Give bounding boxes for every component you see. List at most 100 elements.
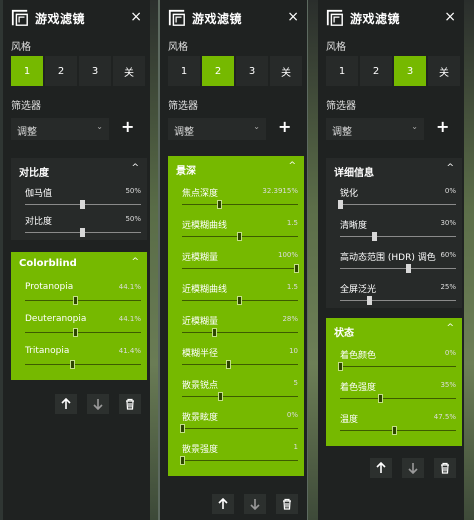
slider-value: 25% bbox=[440, 283, 456, 291]
slider-row: 远模糊量 100% bbox=[176, 250, 299, 278]
move-up-button[interactable] bbox=[55, 394, 77, 414]
move-down-button[interactable] bbox=[87, 394, 109, 414]
style-button-4[interactable]: 关 bbox=[113, 56, 145, 86]
slider-track[interactable] bbox=[25, 364, 141, 365]
close-button[interactable]: × bbox=[444, 9, 456, 25]
slider-track[interactable] bbox=[182, 364, 298, 365]
arrow-up-icon bbox=[217, 495, 229, 514]
move-down-button[interactable] bbox=[402, 458, 424, 478]
style-button-3[interactable]: 3 bbox=[79, 56, 111, 86]
slider-thumb[interactable] bbox=[73, 296, 79, 305]
slider-thumb[interactable] bbox=[225, 360, 231, 369]
style-label: 风格 bbox=[326, 42, 346, 53]
filter-panel: 游戏滤镜 × 风格 1 2 3 关筛选器 调整 ⌄ + 详细信息 ^ 锐化 0% 清晰度 30% 高动态范围 (… bbox=[318, 0, 464, 520]
slider-thumb[interactable] bbox=[180, 456, 185, 465]
slider-thumb[interactable] bbox=[217, 392, 223, 401]
style-button-4[interactable]: 关 bbox=[270, 56, 302, 86]
style-button-1[interactable]: 1 bbox=[326, 56, 358, 86]
slider-value: 5 bbox=[293, 379, 298, 387]
slider-row: 温度 47.5% bbox=[334, 412, 456, 440]
close-button[interactable]: × bbox=[287, 9, 299, 25]
slider-thumb[interactable] bbox=[80, 228, 85, 237]
slider-track[interactable] bbox=[340, 268, 456, 269]
section-title: 状态 bbox=[334, 328, 354, 339]
move-up-button[interactable] bbox=[370, 458, 392, 478]
slider-track[interactable] bbox=[340, 300, 456, 301]
slider-thumb[interactable] bbox=[372, 232, 378, 241]
collapse-icon[interactable]: ^ bbox=[446, 163, 454, 173]
slider-track[interactable] bbox=[182, 460, 298, 461]
collapse-icon[interactable]: ^ bbox=[131, 163, 139, 173]
slider-thumb[interactable] bbox=[73, 328, 79, 337]
style-selector: 123关 bbox=[11, 56, 145, 86]
slider-row: 着色强度 35% bbox=[334, 380, 456, 408]
collapse-icon[interactable]: ^ bbox=[131, 257, 139, 267]
style-button-3[interactable]: 3 bbox=[236, 56, 268, 86]
slider-track[interactable] bbox=[25, 300, 141, 301]
delete-button[interactable] bbox=[434, 458, 456, 478]
move-down-button[interactable] bbox=[244, 494, 266, 514]
slider-thumb[interactable] bbox=[338, 200, 343, 209]
style-button-2[interactable]: 2 bbox=[45, 56, 77, 86]
slider-row: Tritanopia 41.4% bbox=[19, 346, 141, 374]
add-filter-button[interactable]: + bbox=[436, 117, 449, 136]
panel-title: 游戏滤镜 bbox=[192, 12, 243, 26]
slider-thumb[interactable] bbox=[211, 328, 217, 337]
delete-button[interactable] bbox=[119, 394, 141, 414]
section-title: 对比度 bbox=[19, 168, 49, 179]
filter-actions bbox=[370, 458, 456, 478]
slider-thumb[interactable] bbox=[392, 426, 398, 435]
slider-track[interactable] bbox=[340, 236, 456, 237]
move-up-button[interactable] bbox=[212, 494, 234, 514]
slider-track[interactable] bbox=[340, 204, 456, 205]
style-button-2[interactable]: 2 bbox=[360, 56, 392, 86]
slider-thumb[interactable] bbox=[180, 424, 185, 433]
trash-icon bbox=[439, 459, 451, 478]
slider-label: Protanopia bbox=[25, 282, 74, 292]
slider-track[interactable] bbox=[182, 396, 298, 397]
collapse-icon[interactable]: ^ bbox=[446, 323, 454, 333]
style-button-4[interactable]: 关 bbox=[428, 56, 460, 86]
slider-thumb[interactable] bbox=[216, 200, 222, 209]
slider-thumb[interactable] bbox=[294, 264, 299, 273]
slider-track[interactable] bbox=[340, 366, 456, 367]
close-button[interactable]: × bbox=[130, 9, 142, 25]
slider-thumb[interactable] bbox=[237, 232, 242, 241]
slider-track[interactable] bbox=[182, 428, 298, 429]
panel-title: 游戏滤镜 bbox=[35, 12, 86, 26]
section-title: Colorblind bbox=[19, 258, 77, 269]
filter-section: Colorblind ^ Protanopia 44.1% Deuteranopia 44… bbox=[11, 252, 147, 380]
slider-row: 模糊半径 10 bbox=[176, 346, 298, 374]
slider-track[interactable] bbox=[182, 332, 298, 333]
slider-row: 焦点深度 32.3915% bbox=[176, 186, 298, 214]
add-filter-button[interactable]: + bbox=[278, 117, 291, 136]
slider-row: 锐化 0% bbox=[334, 186, 456, 214]
slider-track[interactable] bbox=[25, 332, 141, 333]
add-filter-button[interactable]: + bbox=[121, 117, 134, 136]
slider-thumb[interactable] bbox=[406, 264, 412, 273]
collapse-icon[interactable]: ^ bbox=[288, 161, 296, 171]
slider-thumb[interactable] bbox=[237, 296, 242, 305]
slider-track[interactable] bbox=[340, 398, 456, 399]
filter-dropdown[interactable]: 调整 ⌄ bbox=[11, 118, 109, 140]
filter-dropdown[interactable]: 调整 ⌄ bbox=[326, 118, 424, 140]
filter-dropdown[interactable]: 调整 ⌄ bbox=[168, 118, 266, 140]
slider-thumb[interactable] bbox=[377, 394, 383, 403]
chevron-down-icon: ⌄ bbox=[253, 122, 260, 131]
style-button-3[interactable]: 3 bbox=[394, 56, 426, 86]
slider-label: 着色强度 bbox=[340, 383, 377, 393]
slider-row: 高动态范围 (HDR) 调色 60% bbox=[334, 250, 456, 278]
style-button-2[interactable]: 2 bbox=[202, 56, 234, 86]
style-label: 风格 bbox=[11, 42, 31, 53]
filter-section: 景深 ^ 焦点深度 32.3915% 远模糊曲线 1.5 远模糊量 100% 近模糊曲线 1.5 近… bbox=[168, 156, 304, 476]
style-button-1[interactable]: 1 bbox=[11, 56, 43, 86]
slider-thumb[interactable] bbox=[366, 296, 372, 305]
slider-track[interactable] bbox=[182, 204, 298, 205]
slider-thumb[interactable] bbox=[338, 362, 343, 371]
slider-thumb[interactable] bbox=[80, 200, 85, 209]
delete-button[interactable] bbox=[276, 494, 298, 514]
slider-track[interactable] bbox=[340, 430, 456, 431]
style-button-1[interactable]: 1 bbox=[168, 56, 200, 86]
slider-track[interactable] bbox=[182, 268, 298, 269]
slider-thumb[interactable] bbox=[70, 360, 76, 369]
